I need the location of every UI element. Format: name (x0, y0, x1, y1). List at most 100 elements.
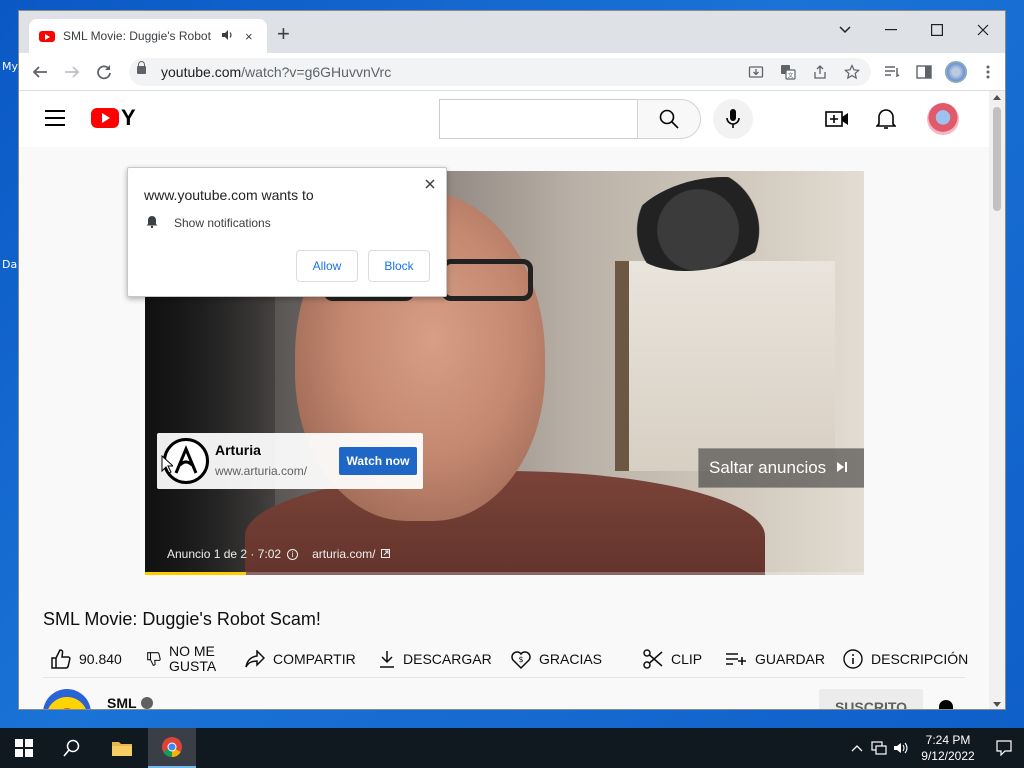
share-button[interactable]: COMPARTIR (245, 637, 356, 681)
youtube-wordmark[interactable]: Y (121, 105, 136, 131)
thanks-button[interactable]: $ GRACIAS (511, 637, 602, 681)
address-bar[interactable]: youtube.com/watch?v=g6GHuvvnVrc 文 (129, 58, 871, 86)
forward-icon[interactable] (61, 61, 83, 83)
external-link-icon[interactable] (381, 547, 391, 561)
desktop-icon-label[interactable]: My (2, 60, 18, 73)
scroll-down-icon[interactable] (993, 702, 1001, 707)
search-icon (659, 109, 679, 129)
thanks-label: GRACIAS (539, 651, 603, 667)
speaker-icon[interactable] (221, 29, 233, 44)
voice-search-button[interactable] (713, 99, 753, 139)
info-icon[interactable]: i (287, 548, 299, 560)
clip-button[interactable]: CLIP (643, 637, 702, 681)
bookmark-star-icon[interactable] (841, 62, 863, 82)
search-button[interactable] (637, 99, 701, 139)
tab-title: SML Movie: Duggie's Robot Scam! (63, 29, 213, 43)
ad-progress-fill (145, 572, 246, 575)
search-icon[interactable] (48, 728, 96, 768)
browser-toolbar: youtube.com/watch?v=g6GHuvvnVrc 文 (19, 53, 1005, 91)
tab-search-icon[interactable] (825, 17, 865, 43)
create-video-icon[interactable] (825, 107, 849, 131)
ad-progress-track[interactable] (145, 572, 864, 575)
description-button[interactable]: DESCRIPCIÓN (843, 637, 968, 681)
share-label: COMPARTIR (273, 651, 356, 667)
notifications-bell-icon[interactable] (874, 107, 898, 131)
youtube-favicon-icon (39, 30, 55, 42)
scissors-icon (643, 649, 663, 669)
close-icon[interactable] (422, 176, 438, 192)
install-icon[interactable] (745, 62, 767, 82)
new-tab-button[interactable]: + (277, 23, 290, 45)
close-icon[interactable] (963, 17, 1003, 43)
dislike-label-2: GUSTA (169, 658, 217, 674)
advertiser-url[interactable]: www.arturia.com/ (215, 464, 307, 478)
side-panel-icon[interactable] (913, 62, 935, 82)
video-frame-background (615, 261, 835, 471)
network-icon[interactable] (868, 728, 890, 768)
dislike-button[interactable]: NO ME GUSTA (147, 637, 216, 681)
address-url[interactable]: youtube.com/watch?v=g6GHuvvnVrc (161, 64, 391, 80)
ad-counter: Anuncio 1 de 2 · 7:02 (167, 547, 282, 561)
menu-dots-icon[interactable] (977, 62, 999, 82)
watch-now-button[interactable]: Watch now (339, 447, 417, 475)
share-arrow-icon (245, 650, 265, 668)
ad-link[interactable]: arturia.com/ (312, 547, 375, 561)
like-count: 90.840 (79, 651, 122, 667)
verified-badge-icon (141, 697, 153, 709)
ad-info: Anuncio 1 de 2 · 7:02 i arturia.com/ (167, 547, 391, 561)
chrome-icon[interactable] (148, 728, 196, 768)
maximize-icon[interactable] (917, 17, 957, 43)
bell-icon (146, 214, 158, 233)
share-icon[interactable] (809, 62, 831, 82)
svg-text:文: 文 (787, 72, 793, 80)
info-circle-icon (843, 649, 863, 669)
back-icon[interactable] (29, 61, 51, 83)
search-input[interactable] (439, 99, 637, 139)
scrollbar-thumb[interactable] (993, 107, 1001, 211)
download-button[interactable]: DESCARGAR (379, 637, 492, 681)
youtube-page: Y www.youtube.com wants to Show notifica… (19, 91, 991, 709)
omnibox-actions: 文 (745, 62, 863, 82)
save-button[interactable]: GUARDAR (725, 637, 825, 681)
channel-avatar[interactable] (43, 689, 91, 709)
scroll-up-icon[interactable] (993, 95, 1001, 100)
youtube-logo-icon[interactable] (91, 108, 119, 128)
guide-menu-icon[interactable] (45, 110, 65, 126)
allow-button[interactable]: Allow (296, 250, 358, 282)
clock-date: 9/12/2022 (921, 749, 975, 763)
reload-icon[interactable] (93, 61, 115, 83)
profile-avatar[interactable] (945, 61, 967, 83)
notification-permission-popup: www.youtube.com wants to Show notificati… (127, 167, 447, 297)
download-icon (380, 651, 394, 668)
minimize-icon[interactable] (871, 17, 911, 43)
description-label: DESCRIPCIÓN (871, 651, 969, 667)
channel-name[interactable]: SML (107, 695, 137, 709)
subscribed-button[interactable]: SUSCRITO (819, 689, 923, 709)
add-to-playlist-icon (726, 653, 746, 665)
like-button[interactable]: 90.840 (51, 637, 122, 681)
lock-icon[interactable] (137, 61, 146, 74)
tab-close-icon[interactable]: × (245, 29, 253, 44)
browser-tab[interactable]: SML Movie: Duggie's Robot Scam! × (29, 19, 267, 53)
ad-overlay-card[interactable]: Arturia www.arturia.com/ Watch now (157, 433, 423, 489)
action-center-icon[interactable] (984, 728, 1024, 768)
chevron-up-icon[interactable] (846, 728, 868, 768)
divider (43, 677, 965, 678)
permission-label: Show notifications (174, 216, 271, 230)
skip-ads-button[interactable]: Saltar anuncios (698, 448, 864, 488)
translate-icon[interactable]: 文 (777, 62, 799, 82)
start-icon[interactable] (0, 728, 48, 768)
clock[interactable]: 7:24 PM 9/12/2022 (912, 732, 984, 764)
account-avatar[interactable] (927, 103, 959, 135)
block-button[interactable]: Block (368, 250, 430, 282)
volume-icon[interactable] (890, 728, 912, 768)
channel-notifications-bell-icon[interactable] (935, 697, 957, 709)
file-explorer-icon[interactable] (98, 728, 146, 768)
youtube-header: Y (19, 91, 991, 147)
advertiser-name[interactable]: Arturia (215, 442, 261, 458)
dislike-label-1: NO ME (169, 643, 215, 659)
page-scrollbar[interactable] (989, 91, 1005, 709)
thumbs-up-icon (51, 649, 71, 669)
reading-list-icon[interactable] (881, 62, 903, 82)
desktop-icon-label[interactable]: Da (2, 258, 17, 271)
